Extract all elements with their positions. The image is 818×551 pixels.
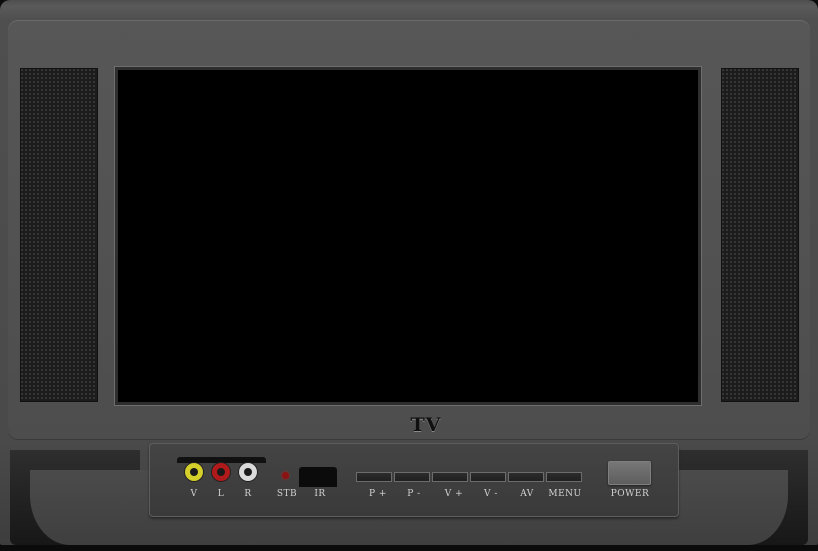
program-up-button[interactable] xyxy=(356,472,392,482)
menu-button[interactable] xyxy=(546,472,582,482)
brand-logo: TV xyxy=(410,414,442,436)
left-speaker-grille xyxy=(20,68,98,402)
floor-shadow xyxy=(0,545,818,551)
video-input-jack[interactable] xyxy=(185,463,203,481)
left-jack-label: L xyxy=(217,489,225,499)
av-button[interactable] xyxy=(508,472,544,482)
power-label: POWER xyxy=(610,489,650,499)
right-jack-label: R xyxy=(244,489,252,499)
audio-right-input-jack[interactable] xyxy=(239,463,257,481)
video-jack-label: V xyxy=(190,489,198,499)
program-down-label: P - xyxy=(407,489,421,499)
volume-up-button[interactable] xyxy=(432,472,468,482)
audio-left-input-jack[interactable] xyxy=(212,463,230,481)
menu-label: MENU xyxy=(548,489,582,499)
volume-down-button[interactable] xyxy=(470,472,506,482)
power-button[interactable] xyxy=(608,461,651,485)
program-down-button[interactable] xyxy=(394,472,430,482)
right-speaker-grille xyxy=(721,68,799,402)
standby-led xyxy=(282,472,289,479)
ir-label: IR xyxy=(314,489,326,499)
tv-screen xyxy=(118,70,698,402)
standby-label: STB xyxy=(276,489,298,499)
ir-receiver-window xyxy=(299,467,337,487)
